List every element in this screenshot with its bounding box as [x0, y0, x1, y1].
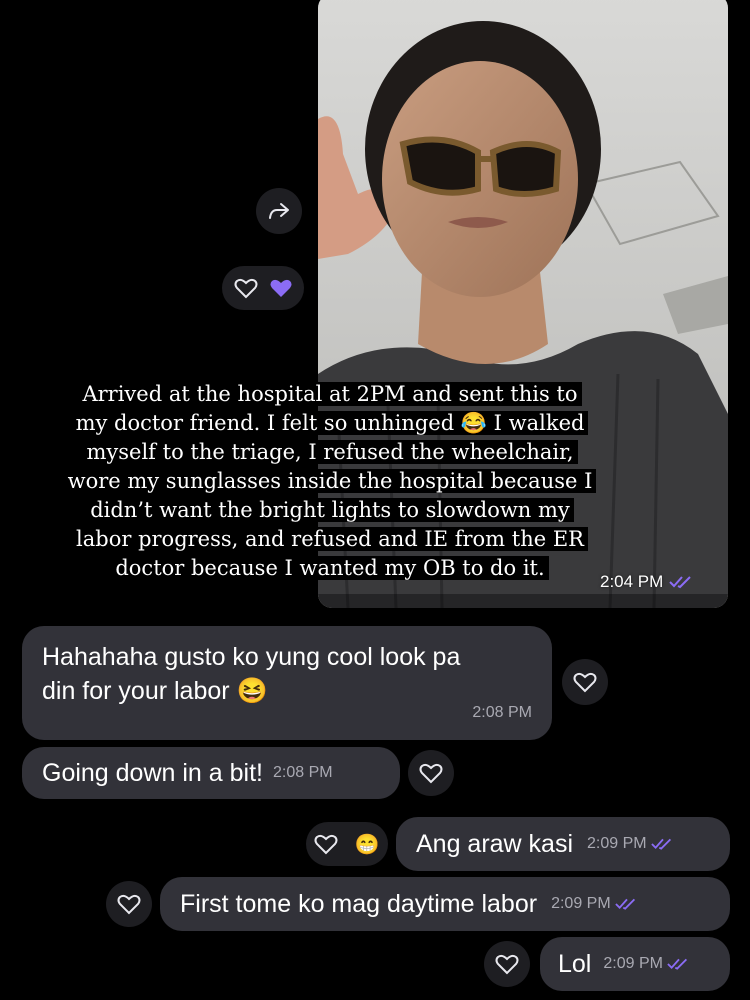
- reaction-pill[interactable]: [222, 266, 304, 310]
- heart-outline-icon: [495, 954, 519, 975]
- reaction-pill[interactable]: 😁: [306, 822, 388, 866]
- heart-filled-icon[interactable]: [269, 277, 293, 299]
- heart-outline-icon: [419, 763, 443, 784]
- react-heart-button[interactable]: [484, 941, 530, 987]
- message-time-text: 2:09 PM: [603, 955, 663, 972]
- caption-line: didn’t want the bright lights to slowdow…: [86, 498, 574, 522]
- message-time: 2:09 PM: [603, 955, 691, 973]
- photo-timestamp: 2:04 PM: [600, 572, 695, 592]
- message-time-text: 2:09 PM: [587, 835, 647, 852]
- message-bubble-outgoing[interactable]: First tome ko mag daytime labor 2:09 PM: [160, 877, 730, 931]
- react-heart-button[interactable]: [408, 750, 454, 796]
- message-text: Lol: [558, 949, 592, 978]
- message-bubble-outgoing[interactable]: Ang araw kasi 2:09 PM: [396, 817, 730, 871]
- message-text: First tome ko mag daytime labor: [180, 889, 538, 918]
- message-time: 2:08 PM: [272, 764, 333, 781]
- heart-outline-icon: [117, 894, 141, 915]
- double-check-icon: [669, 576, 692, 589]
- caption-line: doctor because I wanted my OB to do it.: [111, 556, 549, 580]
- message-text: Hahahaha gusto ko yung cool look pa: [42, 643, 461, 671]
- react-heart-button[interactable]: [562, 659, 608, 705]
- caption-line: wore my sunglasses inside the hospital b…: [63, 469, 597, 493]
- message-bubble-outgoing[interactable]: Lol 2:09 PM: [540, 937, 730, 991]
- share-button[interactable]: [256, 188, 302, 234]
- message-time: 2:09 PM: [587, 835, 675, 853]
- photo-caption: Arrived at the hospital at 2PM and sent …: [60, 380, 600, 583]
- grin-emoji-reaction[interactable]: 😁: [355, 832, 380, 857]
- double-check-icon: [667, 958, 688, 970]
- heart-outline-icon[interactable]: [314, 833, 338, 855]
- photo-time-text: 2:04 PM: [600, 572, 664, 591]
- heart-outline-icon: [573, 672, 597, 693]
- react-heart-button[interactable]: [106, 881, 152, 927]
- message-text: din for your labor 😆: [42, 677, 268, 705]
- caption-line: my doctor friend. I felt so unhinged 😂 I…: [71, 411, 589, 435]
- message-time: 2:08 PM: [472, 704, 532, 721]
- double-check-icon: [614, 898, 635, 910]
- heart-outline-icon[interactable]: [234, 277, 258, 299]
- message-time-text: 2:09 PM: [551, 895, 611, 912]
- message-bubble-incoming[interactable]: Going down in a bit! 2:08 PM: [22, 747, 400, 799]
- share-arrow-icon: [269, 203, 289, 219]
- double-check-icon: [650, 838, 671, 850]
- message-text: Ang araw kasi: [416, 829, 574, 858]
- caption-line: Arrived at the hospital at 2PM and sent …: [78, 382, 582, 406]
- caption-line: myself to the triage, I refused the whee…: [82, 440, 578, 464]
- message-time: 2:09 PM: [551, 895, 639, 913]
- message-bubble-incoming[interactable]: Hahahaha gusto ko yung cool look pa din …: [22, 626, 552, 740]
- message-text: Going down in a bit!: [42, 758, 263, 787]
- caption-line: labor progress, and refused and IE from …: [72, 527, 588, 551]
